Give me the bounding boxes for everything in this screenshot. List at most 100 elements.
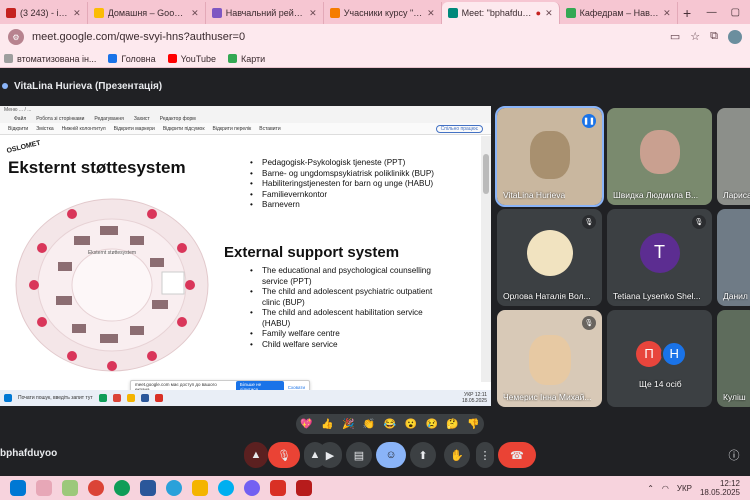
reactions-bar: 💖 👍 🎉 👏 😂 😮 😢 🤔 👎 xyxy=(296,414,484,434)
browser-tab-4[interactable]: Meet: "bphafduyoo" ● ✕ xyxy=(441,2,560,24)
browser-tab-0[interactable]: (3 243) - irinakulish ✕ xyxy=(0,2,88,24)
reaction-clap-button[interactable]: 👏 xyxy=(363,419,375,430)
slide-title-english: External support system xyxy=(224,244,400,261)
mic-toggle-button[interactable]: 🎙 xyxy=(268,442,300,468)
raise-hand-button[interactable]: ✋ xyxy=(444,442,470,468)
bookmark-item[interactable]: Головна xyxy=(108,53,156,64)
browser-tab-2[interactable]: Навчальний рейтинг Ку... ✕ xyxy=(206,2,324,24)
participant-tile[interactable]: Данил xyxy=(717,209,750,306)
lang-indicator[interactable]: УКР xyxy=(677,484,692,493)
tab-title: (3 243) - irinakulish xyxy=(20,8,69,18)
bookmark-item[interactable]: втоматизована ін... xyxy=(4,54,96,64)
shared-window-title: Меню ... / ... xyxy=(0,106,491,115)
captions-button[interactable]: ▤ xyxy=(346,442,372,468)
chevron-up-icon[interactable]: ⌃ xyxy=(647,484,654,493)
emoji-button[interactable]: ☺ xyxy=(376,442,406,468)
avatar: П xyxy=(636,340,662,367)
browser-tab-1[interactable]: Домашня – Google Диск ✕ xyxy=(88,2,206,24)
wifi-icon[interactable]: ◠ xyxy=(662,484,669,493)
participant-name: Куліш xyxy=(723,392,746,402)
reaction-party-button[interactable]: 🎉 xyxy=(342,419,354,430)
bookmark-item[interactable]: Карти xyxy=(228,54,265,64)
chrome-profile-icon[interactable] xyxy=(114,480,130,496)
more-options-button[interactable]: ⋮ xyxy=(476,442,494,468)
windows-start-icon[interactable] xyxy=(10,480,26,496)
participant-video xyxy=(529,130,570,179)
camera-toggle-button[interactable]: ▶ xyxy=(318,442,342,468)
participant-tile[interactable]: Куліш xyxy=(717,310,750,407)
close-tab-icon[interactable]: ✕ xyxy=(545,8,553,19)
close-tab-icon[interactable]: ✕ xyxy=(73,8,81,19)
present-button[interactable]: ⬆ xyxy=(410,442,436,468)
reaction-thumbs-up-button[interactable]: 👍 xyxy=(321,419,333,430)
reaction-surprised-button[interactable]: 😮 xyxy=(405,419,417,430)
reaction-thumbs-down-button[interactable]: 👎 xyxy=(467,419,479,430)
paint-icon[interactable] xyxy=(62,480,78,496)
more-participants-tile[interactable]: П Н Ще 14 осіб xyxy=(607,310,712,407)
meet-main: VitaLina Hurieva (Презентація) Меню ... … xyxy=(0,68,750,464)
close-tab-icon[interactable]: ✕ xyxy=(309,8,317,19)
avatar xyxy=(526,229,573,276)
acrobat-icon[interactable] xyxy=(270,480,286,496)
search-icon[interactable] xyxy=(36,480,52,496)
close-tab-icon[interactable]: ✕ xyxy=(427,8,435,19)
address-bar-actions: ▭ ☆ ⧉ xyxy=(670,30,742,44)
shared-clock: УКР 12:11 18.05.2025 xyxy=(462,392,487,404)
participant-tile[interactable]: 🎙 T Tetiana Lysenko Shel... xyxy=(607,209,712,306)
mic-off-icon: 🎙 xyxy=(582,215,596,229)
participant-tile[interactable]: Лариса xyxy=(717,108,750,205)
avatar[interactable] xyxy=(728,30,742,44)
participant-tile[interactable]: ❚❚ VitaLina Hurieva xyxy=(495,106,604,207)
bookmark-label: Головна xyxy=(121,53,156,64)
maximize-icon[interactable]: ▢ xyxy=(731,7,740,18)
word-icon[interactable] xyxy=(140,480,156,496)
word-icon xyxy=(140,394,149,402)
close-tab-icon[interactable]: ✕ xyxy=(191,8,199,19)
participant-tile[interactable]: 🎙 Чемерис Інна Михай... xyxy=(497,310,602,407)
info-button[interactable]: ⓘ xyxy=(724,442,744,468)
participant-tile[interactable]: 🎙 Орлова Наталія Вол... xyxy=(497,209,602,306)
folder-icon xyxy=(126,394,135,402)
reaction-laugh-button[interactable]: 😂 xyxy=(384,419,396,430)
viber-icon[interactable] xyxy=(244,480,260,496)
presentation-slide: OSLOMET Eksternt støttesystem Pedagogisk… xyxy=(0,136,480,382)
bookmark-favicon-icon xyxy=(108,54,118,63)
bookmark-item[interactable]: YouTube xyxy=(167,54,216,64)
folder-icon[interactable] xyxy=(192,480,208,496)
participant-tile[interactable]: Швидка Людмила В... xyxy=(607,108,712,205)
shared-screen: Меню ... / ... Файл Робота зі сторінками… xyxy=(0,106,491,406)
participant-name: VitaLina Hurieva xyxy=(503,190,566,200)
more-vert-icon: ⋮ xyxy=(479,449,491,462)
new-tab-button[interactable]: + xyxy=(678,2,697,24)
shared-menu-item: Редактор форм xyxy=(159,116,196,122)
browser-tab-5[interactable]: Кафедрам – Навчально-м... ✕ xyxy=(560,2,678,24)
clock[interactable]: 12:12 18.05.2025 xyxy=(700,479,740,497)
shared-menu-item: Робота зі сторінками xyxy=(36,116,85,122)
browser-tab-3[interactable]: Учасники курсу "Кафедр... ✕ xyxy=(324,2,442,24)
leave-call-button[interactable]: ☎ xyxy=(498,442,536,468)
url-field[interactable]: meet.google.com/qwe-svyi-hns?authuser=0 xyxy=(32,31,662,43)
reaction-thinking-button[interactable]: 🤔 xyxy=(446,419,458,430)
shared-search-box: Почати пошук, введіть запит тут xyxy=(18,395,93,401)
shared-toolbar-item: Відкрити маркери xyxy=(113,125,155,132)
close-tab-icon[interactable]: ✕ xyxy=(663,8,671,19)
acrobat-reader-icon[interactable] xyxy=(296,480,312,496)
skype-icon[interactable] xyxy=(218,480,234,496)
tab-favicon-icon xyxy=(565,8,576,18)
bookmark-star-icon[interactable]: ☆ xyxy=(690,30,700,44)
video-icon[interactable]: ▭ xyxy=(670,30,680,44)
reaction-sad-button[interactable]: 😢 xyxy=(425,419,437,430)
os-taskbar: ⌃ ◠ УКР 12:12 18.05.2025 xyxy=(0,476,750,500)
mic-options-button[interactable]: ▲ xyxy=(244,442,268,468)
tab-title: Учасники курсу "Кафедр... xyxy=(343,8,424,18)
extensions-icon[interactable]: ⧉ xyxy=(710,30,718,44)
bookmark-favicon-icon xyxy=(4,54,13,63)
reaction-heart-button[interactable]: 💖 xyxy=(300,419,312,430)
telegram-icon[interactable] xyxy=(166,480,182,496)
chrome-icon[interactable] xyxy=(88,480,104,496)
minimize-icon[interactable]: — xyxy=(707,7,717,18)
list-item: Pedagogisk-Psykologisk tjeneste (PPT) xyxy=(250,158,460,169)
tab-favicon-icon xyxy=(211,8,222,18)
list-item: Child welfare service xyxy=(250,340,450,351)
site-info-icon[interactable]: ⚙ xyxy=(8,29,24,45)
